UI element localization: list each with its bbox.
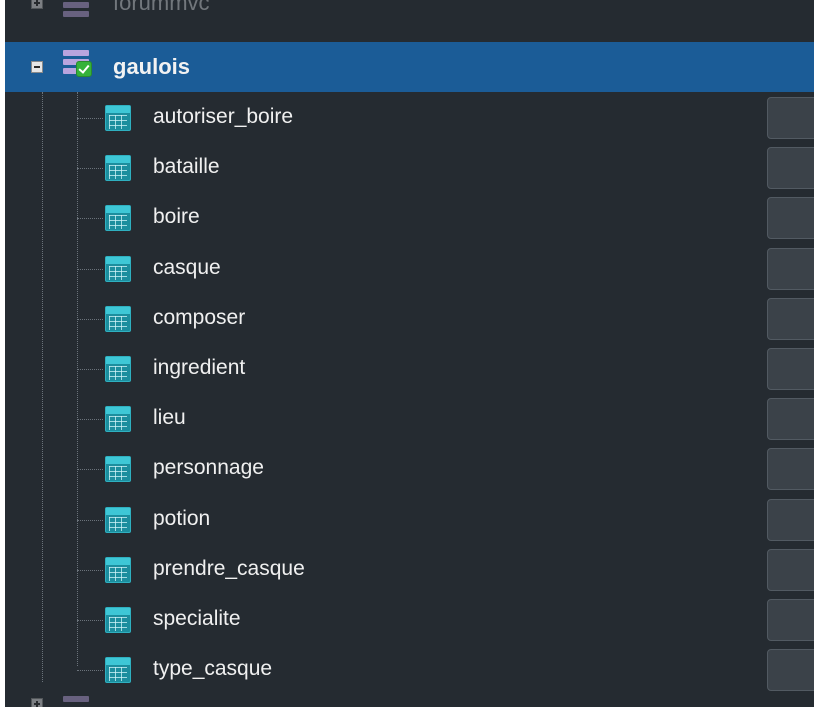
checkmark-icon: [76, 61, 92, 77]
tree-connector: [77, 168, 103, 169]
table-size-button[interactable]: [767, 298, 814, 340]
database-label: gaulois: [113, 54, 191, 79]
table-icon: [105, 205, 131, 231]
tree-connector: [77, 520, 103, 521]
tree-connector: [77, 218, 103, 219]
table-size-button[interactable]: [767, 147, 814, 189]
tree-connector: [77, 269, 103, 270]
collapse-icon[interactable]: [31, 61, 43, 73]
table-icon: [105, 105, 131, 131]
tree-connector: [77, 570, 103, 571]
table-label: potion: [153, 507, 211, 530]
table-item[interactable]: bataille: [5, 143, 814, 193]
table-label: autoriser_boire: [153, 105, 294, 128]
tree-connector: [77, 118, 103, 119]
table-size-button[interactable]: [767, 197, 814, 239]
tree-connector: [77, 419, 103, 420]
table-size-button[interactable]: [767, 649, 814, 691]
table-icon: [105, 456, 131, 482]
table-size-button[interactable]: [767, 398, 814, 440]
database-icon: [63, 47, 95, 77]
database-icon: [63, 696, 95, 707]
expand-icon[interactable]: [31, 698, 43, 707]
table-label: casque: [153, 256, 221, 279]
table-icon: [105, 657, 131, 683]
table-item[interactable]: boire: [5, 193, 814, 243]
table-size-button[interactable]: [767, 248, 814, 290]
tree-connector: [77, 319, 103, 320]
table-icon: [105, 557, 131, 583]
table-label: ingredient: [153, 356, 246, 379]
table-label: composer: [153, 306, 246, 329]
table-label: boire: [153, 205, 200, 228]
table-label: lieu: [153, 406, 186, 429]
table-size-button[interactable]: [767, 448, 814, 490]
table-size-button[interactable]: [767, 499, 814, 541]
tree-connector: [77, 369, 103, 370]
table-item[interactable]: prendre_casque: [5, 545, 814, 595]
tree-node-gaulois[interactable]: gaulois: [5, 42, 814, 92]
table-label: prendre_casque: [153, 557, 305, 580]
table-item[interactable]: specialite: [5, 595, 814, 645]
database-icon: [63, 0, 95, 21]
expand-icon[interactable]: [31, 0, 43, 9]
table-item[interactable]: ingredient: [5, 344, 814, 394]
table-label: specialite: [153, 607, 241, 630]
table-item[interactable]: casque: [5, 244, 814, 294]
table-item[interactable]: potion: [5, 495, 814, 545]
table-icon: [105, 607, 131, 633]
tree-connector: [77, 620, 103, 621]
table-size-button[interactable]: [767, 599, 814, 641]
table-label: personnage: [153, 456, 264, 479]
table-size-button[interactable]: [767, 97, 814, 139]
tree-node-forummvc[interactable]: forummvc: [5, 0, 814, 28]
table-item[interactable]: personnage: [5, 444, 814, 494]
table-size-button[interactable]: [767, 549, 814, 591]
table-size-button[interactable]: [767, 348, 814, 390]
tree-node-next-database[interactable]: [5, 692, 814, 707]
table-icon: [105, 406, 131, 432]
table-label: bataille: [153, 155, 220, 178]
database-navigator-tree: forummvc gaulois autoriser_boire bataille…: [5, 0, 814, 707]
tree-connector: [77, 670, 103, 671]
table-item[interactable]: type_casque: [5, 645, 814, 695]
table-icon: [105, 356, 131, 382]
table-item[interactable]: autoriser_boire: [5, 93, 814, 143]
table-icon: [105, 507, 131, 533]
table-item[interactable]: lieu: [5, 394, 814, 444]
table-item[interactable]: composer: [5, 294, 814, 344]
database-label: forummvc: [113, 0, 210, 15]
tree-connector: [77, 469, 103, 470]
table-icon: [105, 155, 131, 181]
table-icon: [105, 256, 131, 282]
table-label: type_casque: [153, 657, 273, 680]
table-icon: [105, 306, 131, 332]
